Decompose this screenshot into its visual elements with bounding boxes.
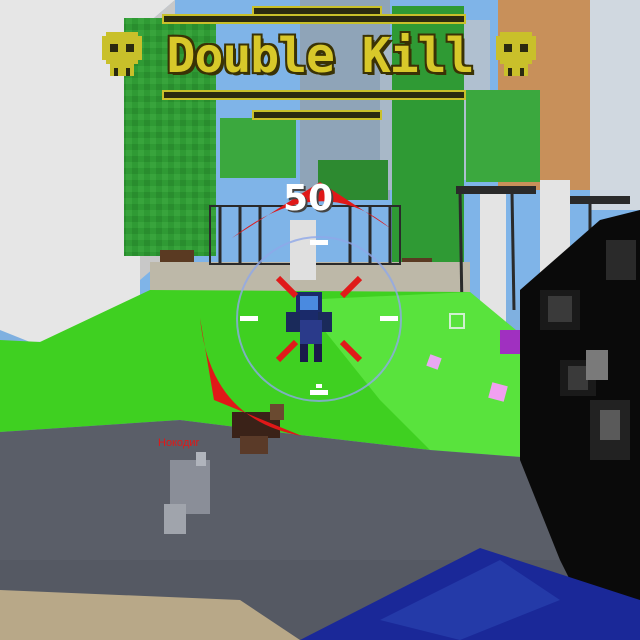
banner-lower-bar [162, 90, 466, 100]
banner-bottom-bar [252, 110, 382, 120]
kill-streak-banner: Double Kill [98, 6, 542, 124]
skull-icon [496, 32, 536, 76]
kill-streak-label: Double Kill [166, 28, 475, 84]
player-nametag: Нoкoдиr [158, 437, 200, 449]
banner-upper-bar [162, 14, 466, 24]
skull-icon [102, 32, 142, 76]
score-popup: 50 [283, 178, 334, 219]
